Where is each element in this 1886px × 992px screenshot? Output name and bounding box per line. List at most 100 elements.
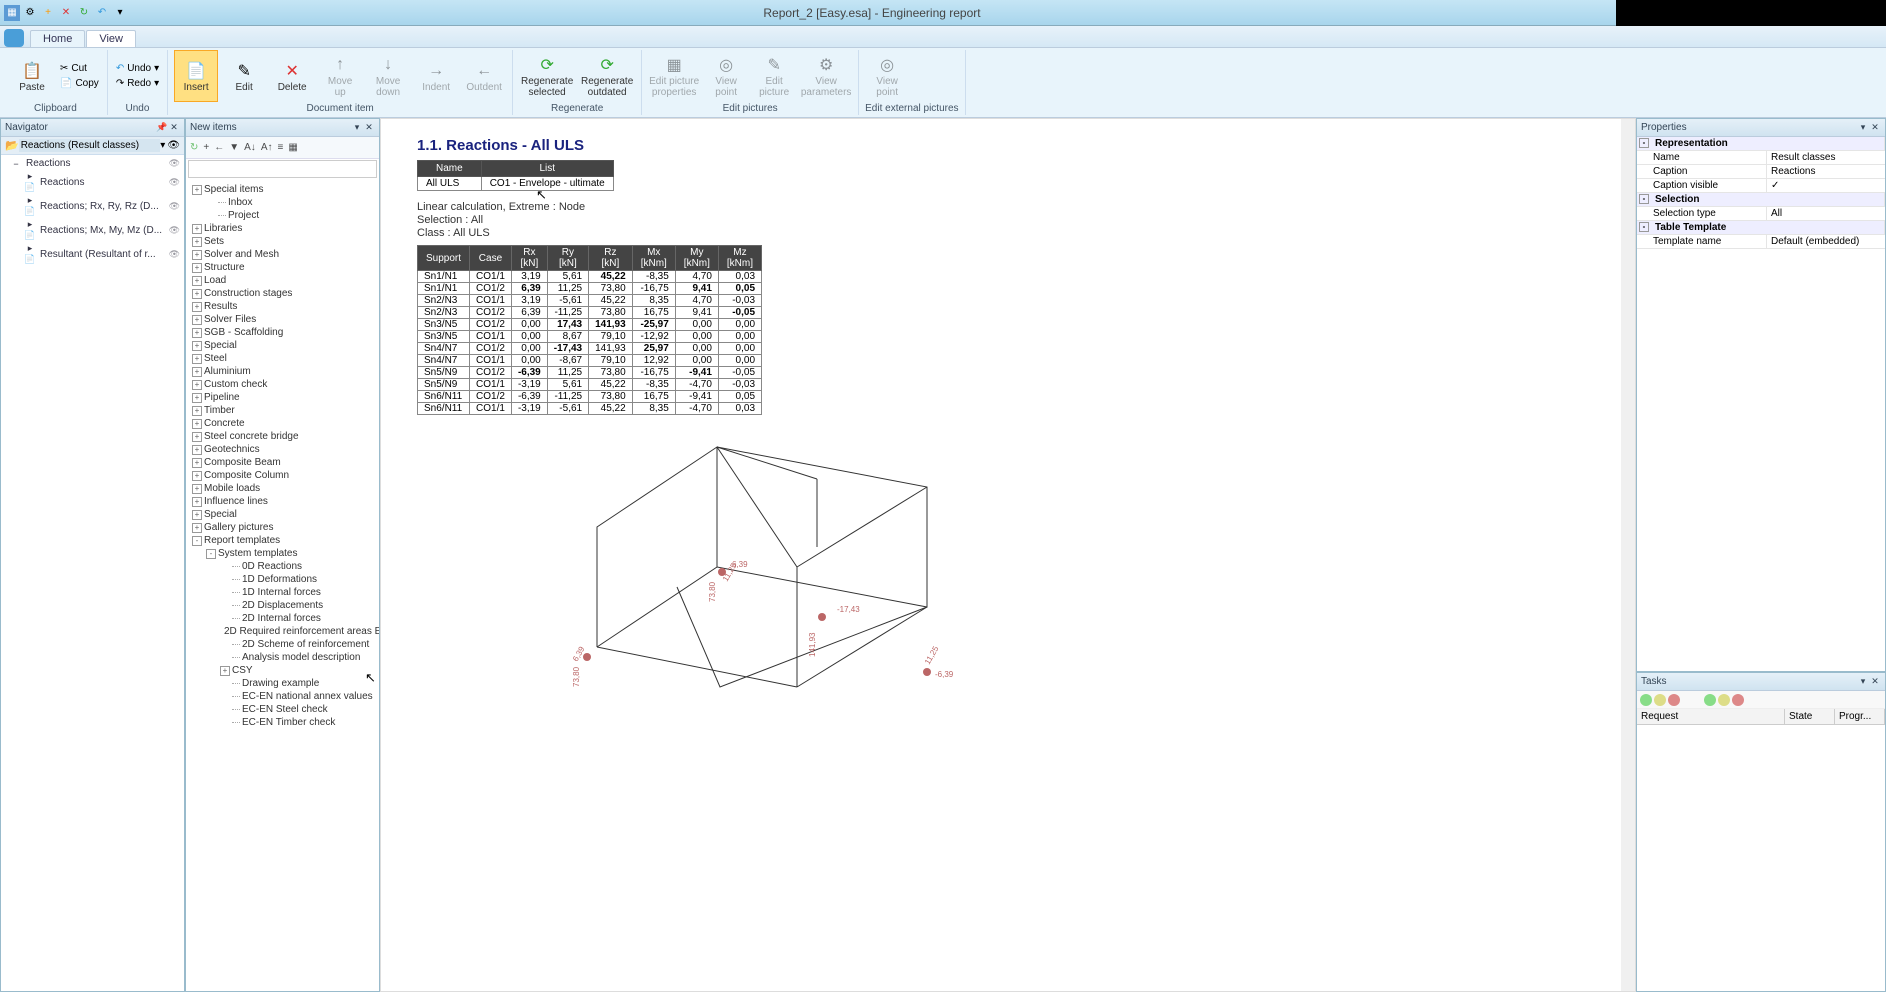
navigator-item[interactable]: ▸📄Reactions👁 <box>1 170 184 194</box>
expand-icon[interactable]: + <box>192 445 202 455</box>
tree-item[interactable]: 1D Internal forces <box>188 586 377 599</box>
tb-back-icon[interactable]: ← <box>213 142 225 153</box>
expand-icon[interactable]: + <box>192 367 202 377</box>
undo-button[interactable]: ↶Undo ▾ <box>114 62 161 75</box>
task-stop-icon[interactable] <box>1668 694 1680 706</box>
paste-button[interactable]: 📋 Paste <box>10 50 54 102</box>
navigator-item[interactable]: ▸📄Reactions; Rx, Ry, Rz (D...👁 <box>1 194 184 218</box>
collapse-icon[interactable]: - <box>1639 138 1649 148</box>
tree-item[interactable]: +SGB - Scaffolding <box>188 326 377 339</box>
tab-home[interactable]: Home <box>30 30 85 47</box>
tree-item[interactable]: 1D Deformations <box>188 573 377 586</box>
expand-icon[interactable]: + <box>192 224 202 234</box>
tree-item[interactable]: +Custom check <box>188 378 377 391</box>
tree-item[interactable]: +Mobile loads <box>188 482 377 495</box>
task-stop2-icon[interactable] <box>1732 694 1744 706</box>
expand-icon[interactable]: + <box>192 315 202 325</box>
pin-icon[interactable]: ▾ <box>1857 676 1869 687</box>
prop-value[interactable]: Result classes <box>1767 151 1885 164</box>
expand-icon[interactable]: + <box>192 484 202 494</box>
tree-item[interactable]: EC-EN national annex values <box>188 690 377 703</box>
tree-item[interactable]: 2D Displacements <box>188 599 377 612</box>
editpic-button[interactable]: ✎Edit picture <box>752 50 796 102</box>
prop-section-header[interactable]: -Selection <box>1637 193 1885 207</box>
expand-icon[interactable]: + <box>192 458 202 468</box>
tree-item[interactable]: +Aluminium <box>188 365 377 378</box>
expand-icon[interactable]: + <box>192 276 202 286</box>
newitems-search-input[interactable] <box>188 160 377 178</box>
outdent-button[interactable]: ←Outdent <box>462 50 506 102</box>
moveup-button[interactable]: ↑Move up <box>318 50 362 102</box>
tree-item[interactable]: +Special <box>188 508 377 521</box>
tree-item[interactable]: +Load <box>188 274 377 287</box>
expand-icon[interactable]: + <box>192 393 202 403</box>
tb-list-icon[interactable]: ≡ <box>276 142 284 153</box>
tree-item[interactable]: +Special <box>188 339 377 352</box>
prop-row[interactable]: Template nameDefault (embedded) <box>1637 235 1885 249</box>
pin-icon[interactable]: ▾ <box>351 122 363 133</box>
expand-icon[interactable]: + <box>192 302 202 312</box>
task-pause-icon[interactable] <box>1654 694 1666 706</box>
viewparams-button[interactable]: ⚙View parameters <box>800 50 852 102</box>
tree-item[interactable]: Inbox <box>188 196 377 209</box>
viewpoint-button[interactable]: ◎View point <box>704 50 748 102</box>
tree-item[interactable]: +Influence lines <box>188 495 377 508</box>
eye-icon[interactable]: 👁 <box>169 201 180 212</box>
tree-item[interactable]: +CSY <box>188 664 377 677</box>
col-state[interactable]: State <box>1785 709 1835 724</box>
tree-item[interactable]: 2D Internal forces <box>188 612 377 625</box>
prop-section-header[interactable]: -Representation <box>1637 137 1885 151</box>
qat-settings-icon[interactable]: ⚙ <box>22 5 38 21</box>
file-menu-button[interactable] <box>4 29 24 47</box>
task-run2-icon[interactable] <box>1704 694 1716 706</box>
col-progress[interactable]: Progr... <box>1835 709 1885 724</box>
tb-add-icon[interactable]: + <box>202 142 210 153</box>
tree-item[interactable]: +Special items <box>188 183 377 196</box>
close-icon[interactable]: ✕ <box>1869 676 1881 687</box>
prop-value[interactable]: ✓ <box>1767 179 1885 192</box>
prop-row[interactable]: NameResult classes <box>1637 151 1885 165</box>
tree-item[interactable]: +Structure <box>188 261 377 274</box>
tree-item[interactable]: Analysis model description <box>188 651 377 664</box>
expand-icon[interactable]: + <box>192 432 202 442</box>
close-icon[interactable]: ✕ <box>1869 122 1881 133</box>
tree-item[interactable]: +Timber <box>188 404 377 417</box>
prop-value[interactable]: All <box>1767 207 1885 220</box>
task-run-icon[interactable] <box>1640 694 1652 706</box>
tree-item[interactable]: -Report templates <box>188 534 377 547</box>
expand-icon[interactable]: - <box>206 549 216 559</box>
qat-refresh-icon[interactable]: ↻ <box>76 5 92 21</box>
tb-sort-desc-icon[interactable]: A↑ <box>260 142 274 153</box>
edit-button[interactable]: ✎Edit <box>222 50 266 102</box>
expand-icon[interactable]: - <box>192 536 202 546</box>
pin-icon[interactable]: 📌 <box>156 122 168 133</box>
collapse-icon[interactable]: - <box>1639 194 1649 204</box>
tree-item[interactable]: +Composite Beam <box>188 456 377 469</box>
expand-icon[interactable]: + <box>192 341 202 351</box>
tb-sort-asc-icon[interactable]: A↓ <box>243 142 257 153</box>
navigator-item[interactable]: ▸📄Resultant (Resultant of r...👁 <box>1 242 184 266</box>
expand-icon[interactable]: + <box>192 185 202 195</box>
tree-item[interactable]: +Steel <box>188 352 377 365</box>
tree-item[interactable]: +Steel concrete bridge <box>188 430 377 443</box>
tb-filter-icon[interactable]: ▼ <box>228 142 240 153</box>
copy-button[interactable]: 📄Copy <box>58 77 101 90</box>
tb-grid-icon[interactable]: ▦ <box>287 142 298 153</box>
prop-row[interactable]: CaptionReactions <box>1637 165 1885 179</box>
tree-item[interactable]: +Composite Column <box>188 469 377 482</box>
close-icon[interactable]: ✕ <box>363 122 375 133</box>
ext-viewpoint-button[interactable]: ◎View point <box>865 50 909 102</box>
prop-row[interactable]: Selection typeAll <box>1637 207 1885 221</box>
expand-icon[interactable]: + <box>192 328 202 338</box>
qat-delete-icon[interactable]: ✕ <box>58 5 74 21</box>
tree-item[interactable]: +Concrete <box>188 417 377 430</box>
navigator-item[interactable]: −Reactions👁 <box>1 157 184 170</box>
insert-button[interactable]: 📄Insert <box>174 50 218 102</box>
regen-outdated-button[interactable]: ⟳Regenerate outdated <box>579 50 635 102</box>
expand-icon[interactable]: + <box>220 666 230 676</box>
tree-item[interactable]: 0D Reactions <box>188 560 377 573</box>
tree-item[interactable]: EC-EN Steel check <box>188 703 377 716</box>
tree-item[interactable]: 2D Scheme of reinforcement <box>188 638 377 651</box>
tree-item[interactable]: +Solver and Mesh <box>188 248 377 261</box>
movedown-button[interactable]: ↓Move down <box>366 50 410 102</box>
